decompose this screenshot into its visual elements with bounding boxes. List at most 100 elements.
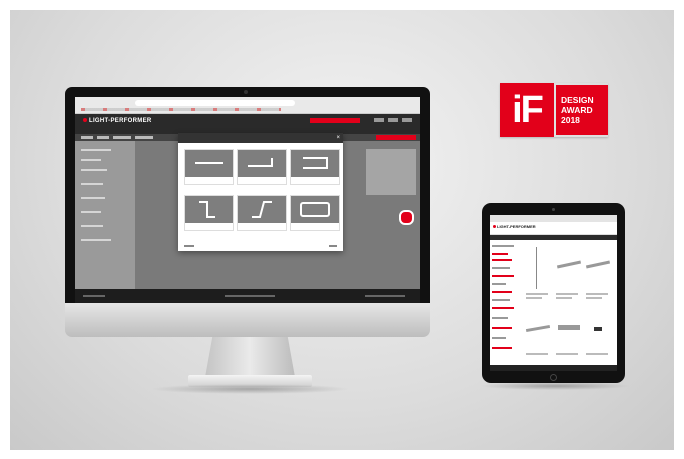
desktop-screen: LIGHT-PERFORMER × [75, 97, 420, 303]
home-button[interactable] [550, 374, 557, 381]
desktop-monitor: LIGHT-PERFORMER × [65, 87, 430, 303]
product-caption [586, 297, 602, 299]
z-shape-icon [199, 201, 215, 218]
sidebar-item[interactable] [492, 291, 512, 293]
linear-lamp-icon [556, 260, 582, 269]
sidebar-item[interactable] [492, 259, 512, 261]
if-logo: iF [500, 83, 554, 137]
u-shape-icon [303, 157, 328, 169]
product-caption [526, 297, 542, 299]
shape-tile-l[interactable] [237, 149, 287, 185]
sidebar-item[interactable] [81, 239, 111, 241]
app-header: LIGHT-PERFORMER [75, 114, 420, 134]
sidebar-item[interactable] [492, 347, 512, 349]
sidebar-item[interactable] [81, 225, 103, 227]
product-caption [556, 353, 578, 355]
sidebar-item[interactable] [492, 299, 510, 301]
product-caption [526, 293, 548, 295]
sidebar-item[interactable] [492, 275, 514, 277]
options-panel [366, 149, 416, 195]
tablet-browser-chrome [490, 215, 617, 222]
shape-tile-z[interactable] [184, 195, 234, 231]
tablet-nav[interactable] [490, 235, 617, 240]
browser-chrome [75, 97, 420, 114]
brand-dot-icon [493, 225, 496, 228]
sidebar-item[interactable] [81, 183, 103, 185]
bookmarks-bar[interactable] [81, 108, 281, 111]
sidebar-item[interactable] [81, 149, 111, 151]
close-icon[interactable]: × [336, 133, 340, 143]
tablet-shadow [480, 382, 630, 390]
sidebar-item[interactable] [81, 159, 101, 161]
tablet-sidebar [492, 245, 522, 365]
award-line-3: 2018 [561, 115, 580, 125]
tablet-header: LIGHT-PERFORMER [490, 222, 617, 235]
tablet-screen: LIGHT-PERFORMER [490, 215, 617, 371]
camera-icon [552, 208, 555, 211]
sidebar-item[interactable] [492, 317, 508, 319]
product-card[interactable] [524, 311, 552, 363]
monitor-shadow [150, 384, 350, 394]
product-caption [556, 297, 572, 299]
brand-logo[interactable]: LIGHT-PERFORMER [83, 118, 152, 124]
product-caption [526, 353, 548, 355]
sidebar-item[interactable] [81, 211, 101, 213]
award-line-2: AWARD [561, 105, 593, 115]
address-bar[interactable] [135, 100, 295, 106]
product-card[interactable] [554, 245, 582, 307]
product-caption [556, 293, 578, 295]
footer-text [83, 295, 105, 297]
linear-lamp-icon [525, 324, 551, 333]
shape-tile-straight[interactable] [184, 149, 234, 185]
product-card[interactable] [584, 311, 612, 363]
product-card[interactable] [554, 311, 582, 363]
modal-header: × [178, 133, 343, 143]
nav-cta-button[interactable] [376, 135, 416, 140]
product-caption [586, 293, 608, 295]
monitor-stand [205, 337, 295, 377]
nav-item[interactable] [81, 136, 93, 139]
product-card[interactable] [584, 245, 612, 307]
product-caption [586, 353, 608, 355]
sidebar-item[interactable] [492, 283, 506, 285]
shape-tile-rectangle[interactable] [290, 195, 340, 231]
sidebar-item[interactable] [492, 267, 510, 269]
sidebar-item[interactable] [492, 337, 506, 339]
tablet-device: LIGHT-PERFORMER [482, 203, 625, 383]
tablet-brand-name: LIGHT-PERFORMER [497, 224, 536, 229]
product-card[interactable] [524, 245, 552, 307]
award-line-1: DESIGN [561, 95, 594, 105]
award-text: DESIGN AWARD 2018 [556, 85, 608, 135]
floating-action-button[interactable] [399, 210, 414, 225]
sidebar-item[interactable] [492, 253, 508, 255]
nav-item[interactable] [135, 136, 153, 139]
nav-item[interactable] [97, 136, 109, 139]
monitor-chin [65, 303, 430, 337]
sidebar-item[interactable] [81, 197, 105, 199]
shape-tile-u[interactable] [290, 149, 340, 185]
if-design-award-badge: iF DESIGN AWARD 2018 [500, 83, 608, 137]
header-links[interactable] [374, 118, 414, 122]
filter-sidebar [75, 141, 135, 289]
sidebar-item[interactable] [492, 245, 514, 247]
sidebar-item[interactable] [492, 327, 512, 329]
brand-dot-icon [83, 118, 87, 122]
panel-lamp-icon [558, 325, 580, 330]
sidebar-item[interactable] [492, 307, 514, 309]
sidebar-item[interactable] [81, 169, 107, 171]
straight-shape-icon [195, 162, 223, 164]
shape-tile-s[interactable] [237, 195, 287, 231]
nav-item[interactable] [113, 136, 131, 139]
brand-name: LIGHT-PERFORMER [89, 118, 152, 124]
camera-icon [244, 90, 248, 94]
footer-text [365, 295, 405, 297]
modal-next-link[interactable] [329, 245, 337, 247]
shape-picker-modal: × [178, 133, 343, 251]
tablet-brand-logo[interactable]: LIGHT-PERFORMER [493, 224, 536, 229]
showcase-stage: iF DESIGN AWARD 2018 LIGHT-PERFORMER × L… [10, 10, 674, 450]
tablet-footer [490, 365, 617, 371]
header-search-bar[interactable] [310, 118, 360, 123]
page-footer [75, 289, 420, 303]
rectangle-shape-icon [300, 202, 330, 217]
modal-back-link[interactable] [184, 245, 194, 247]
